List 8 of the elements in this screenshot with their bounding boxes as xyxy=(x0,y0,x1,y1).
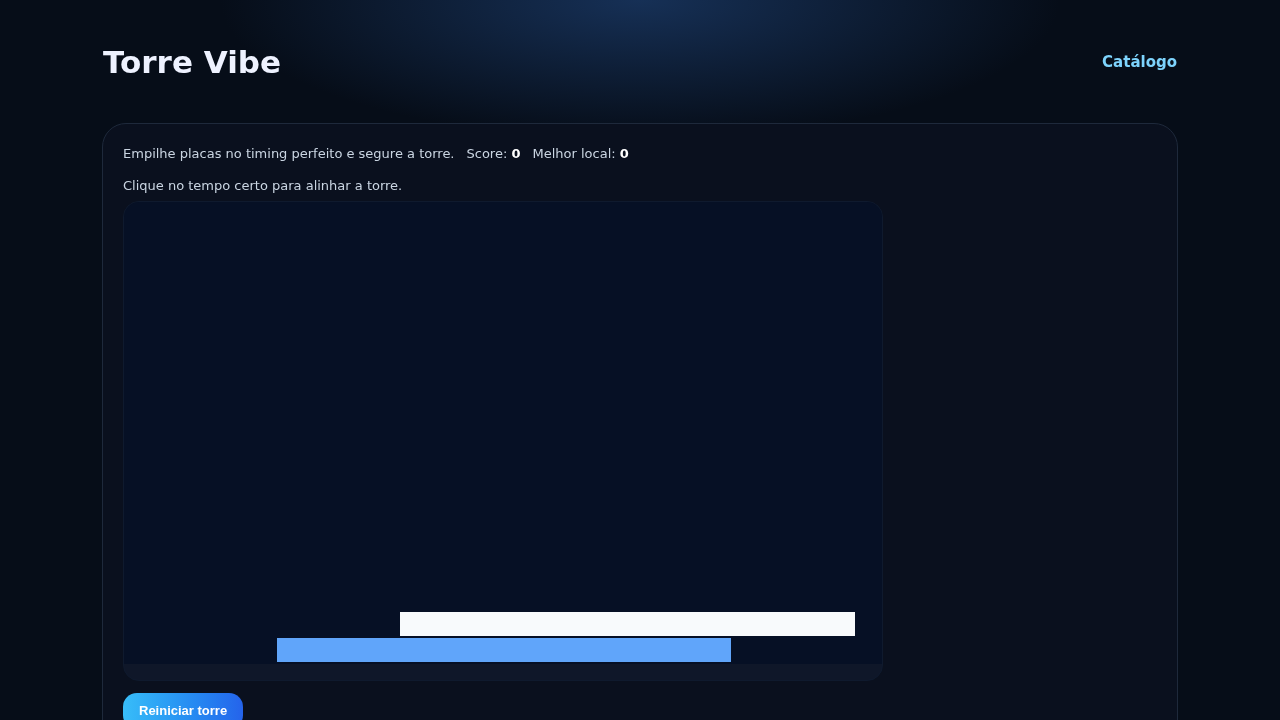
restart-button[interactable]: Reiniciar torre xyxy=(123,693,244,720)
site-title: Torre Vibe xyxy=(103,43,281,83)
game-canvas[interactable] xyxy=(123,201,883,681)
catalog-link[interactable]: Catálogo xyxy=(1102,51,1177,74)
best-score-text: Melhor local: 0 xyxy=(532,145,629,163)
hint-text: Clique no tempo certo para alinhar a torre. xyxy=(123,176,404,195)
description-text: Empilhe placas no timing perfeito e segure a torre. xyxy=(123,145,455,163)
score-text: Score: 0 xyxy=(466,145,521,163)
